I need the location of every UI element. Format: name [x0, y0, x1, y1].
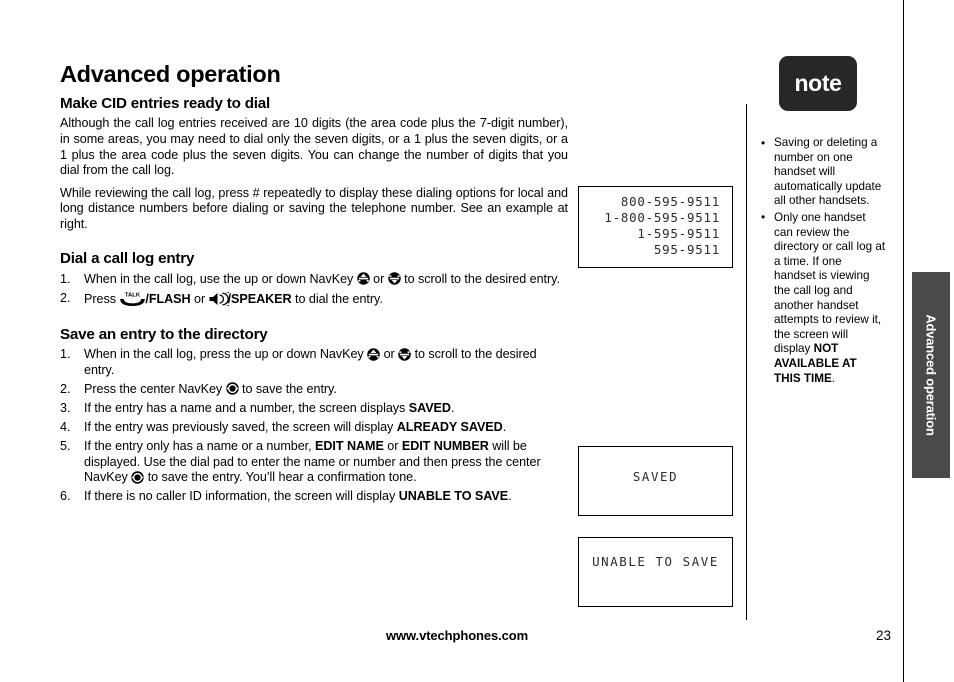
step-item: 2. Press TALK/FLASH or /SPEAKER to dial t…: [60, 291, 383, 307]
note-bullet-item: Only one handset can review the director…: [760, 210, 886, 386]
emphasis-text: NOT AVAILABLE AT THIS TIME: [774, 342, 857, 385]
step-item: 5. If the entry only has a name or a numb…: [60, 439, 541, 485]
section-make-cid-entries: Make CID entries ready to dial Although …: [60, 95, 568, 233]
step-number: 2.: [60, 381, 71, 396]
emphasis-text: UNABLE TO SAVE: [398, 489, 509, 504]
page-title: Advanced operation: [60, 61, 281, 87]
talk-handset-icon: TALK: [120, 293, 146, 307]
emphasis-text: /SPEAKER: [227, 292, 292, 307]
note-bullet-list: Saving or deleting a number on one hands…: [760, 136, 886, 388]
step-number: 6.: [60, 489, 71, 504]
section-dial-a-call-log-entry: Dial a call log entry 1. When in the call…: [60, 250, 568, 307]
step-number: 5.: [60, 439, 71, 454]
lcd-text: SAVED: [632, 469, 679, 484]
step-list: 1. When in the call log, press the up or …: [60, 347, 568, 505]
note-badge: note: [779, 56, 857, 111]
step-item: 6. If there is no caller ID information, …: [60, 489, 512, 504]
step-number: 4.: [60, 419, 71, 434]
lcd-text: UNABLE TO SAVE: [592, 554, 719, 569]
emphasis-text: ALREADY SAVED: [396, 419, 503, 434]
footer-page-number: 23: [876, 628, 892, 643]
svg-text:TALK: TALK: [125, 293, 141, 299]
emphasis-text: SAVED: [408, 400, 451, 415]
emphasis-text: EDIT NAME: [315, 439, 384, 454]
section-heading: Make CID entries ready to dial: [60, 94, 271, 112]
column-divider: [746, 104, 748, 620]
note-bullet-item: Saving or deleting a number on one hands…: [760, 136, 886, 209]
step-item: 1. When in the call log, use the up or do…: [60, 271, 560, 286]
page-edge-rule: [903, 0, 905, 682]
navkey-center-icon: [131, 471, 144, 484]
step-item: 2. Press the center NavKey to save the en…: [60, 381, 337, 396]
section-paragraph: Although the call log entries received a…: [60, 116, 568, 178]
main-content-column: Advanced operation Make CID entries read…: [60, 61, 568, 508]
note-badge-label: note: [794, 70, 842, 96]
footer-website-url: www.vtechphones.com: [386, 628, 529, 643]
dialing-options-display: 800-595-9511 1-800-595-9511 1-595-9511 5…: [578, 186, 733, 268]
section-heading: Save an entry to the directory: [60, 325, 268, 343]
saved-display: SAVED: [578, 446, 733, 516]
step-item: 3. If the entry has a name and a number, …: [60, 400, 455, 415]
navkey-down-icon: [398, 347, 411, 361]
chapter-edge-tab: Advanced operation: [912, 272, 950, 478]
navkey-down-icon: [387, 272, 401, 286]
step-item: 4. If the entry was previously saved, the…: [60, 419, 507, 434]
navkey-center-icon: [225, 382, 239, 396]
speaker-icon: [209, 291, 229, 306]
manual-page: Advanced operation Make CID entries read…: [0, 0, 954, 682]
section-save-an-entry-to-the-directory: Save an entry to the directory 1. When in…: [60, 326, 568, 505]
step-number: 1.: [60, 271, 71, 286]
navkey-up-icon: [356, 272, 370, 286]
emphasis-text: /FLASH: [145, 292, 191, 307]
step-number: 1.: [60, 347, 71, 362]
unable-to-save-display: UNABLE TO SAVE: [578, 537, 733, 607]
step-list: 1. When in the call log, use the up or do…: [60, 272, 568, 308]
step-number: 2.: [60, 291, 71, 306]
lcd-text: 800-595-9511 1-800-595-9511 1-595-9511 5…: [604, 194, 720, 257]
step-number: 3.: [60, 400, 71, 415]
section-heading: Dial a call log entry: [60, 250, 195, 268]
emphasis-text: EDIT NUMBER: [401, 439, 489, 454]
step-item: 1. When in the call log, press the up or …: [60, 347, 537, 377]
navkey-up-icon: [367, 347, 380, 361]
section-paragraph: While reviewing the call log, press # re…: [60, 185, 568, 231]
chapter-edge-tab-label: Advanced operation: [923, 314, 939, 436]
